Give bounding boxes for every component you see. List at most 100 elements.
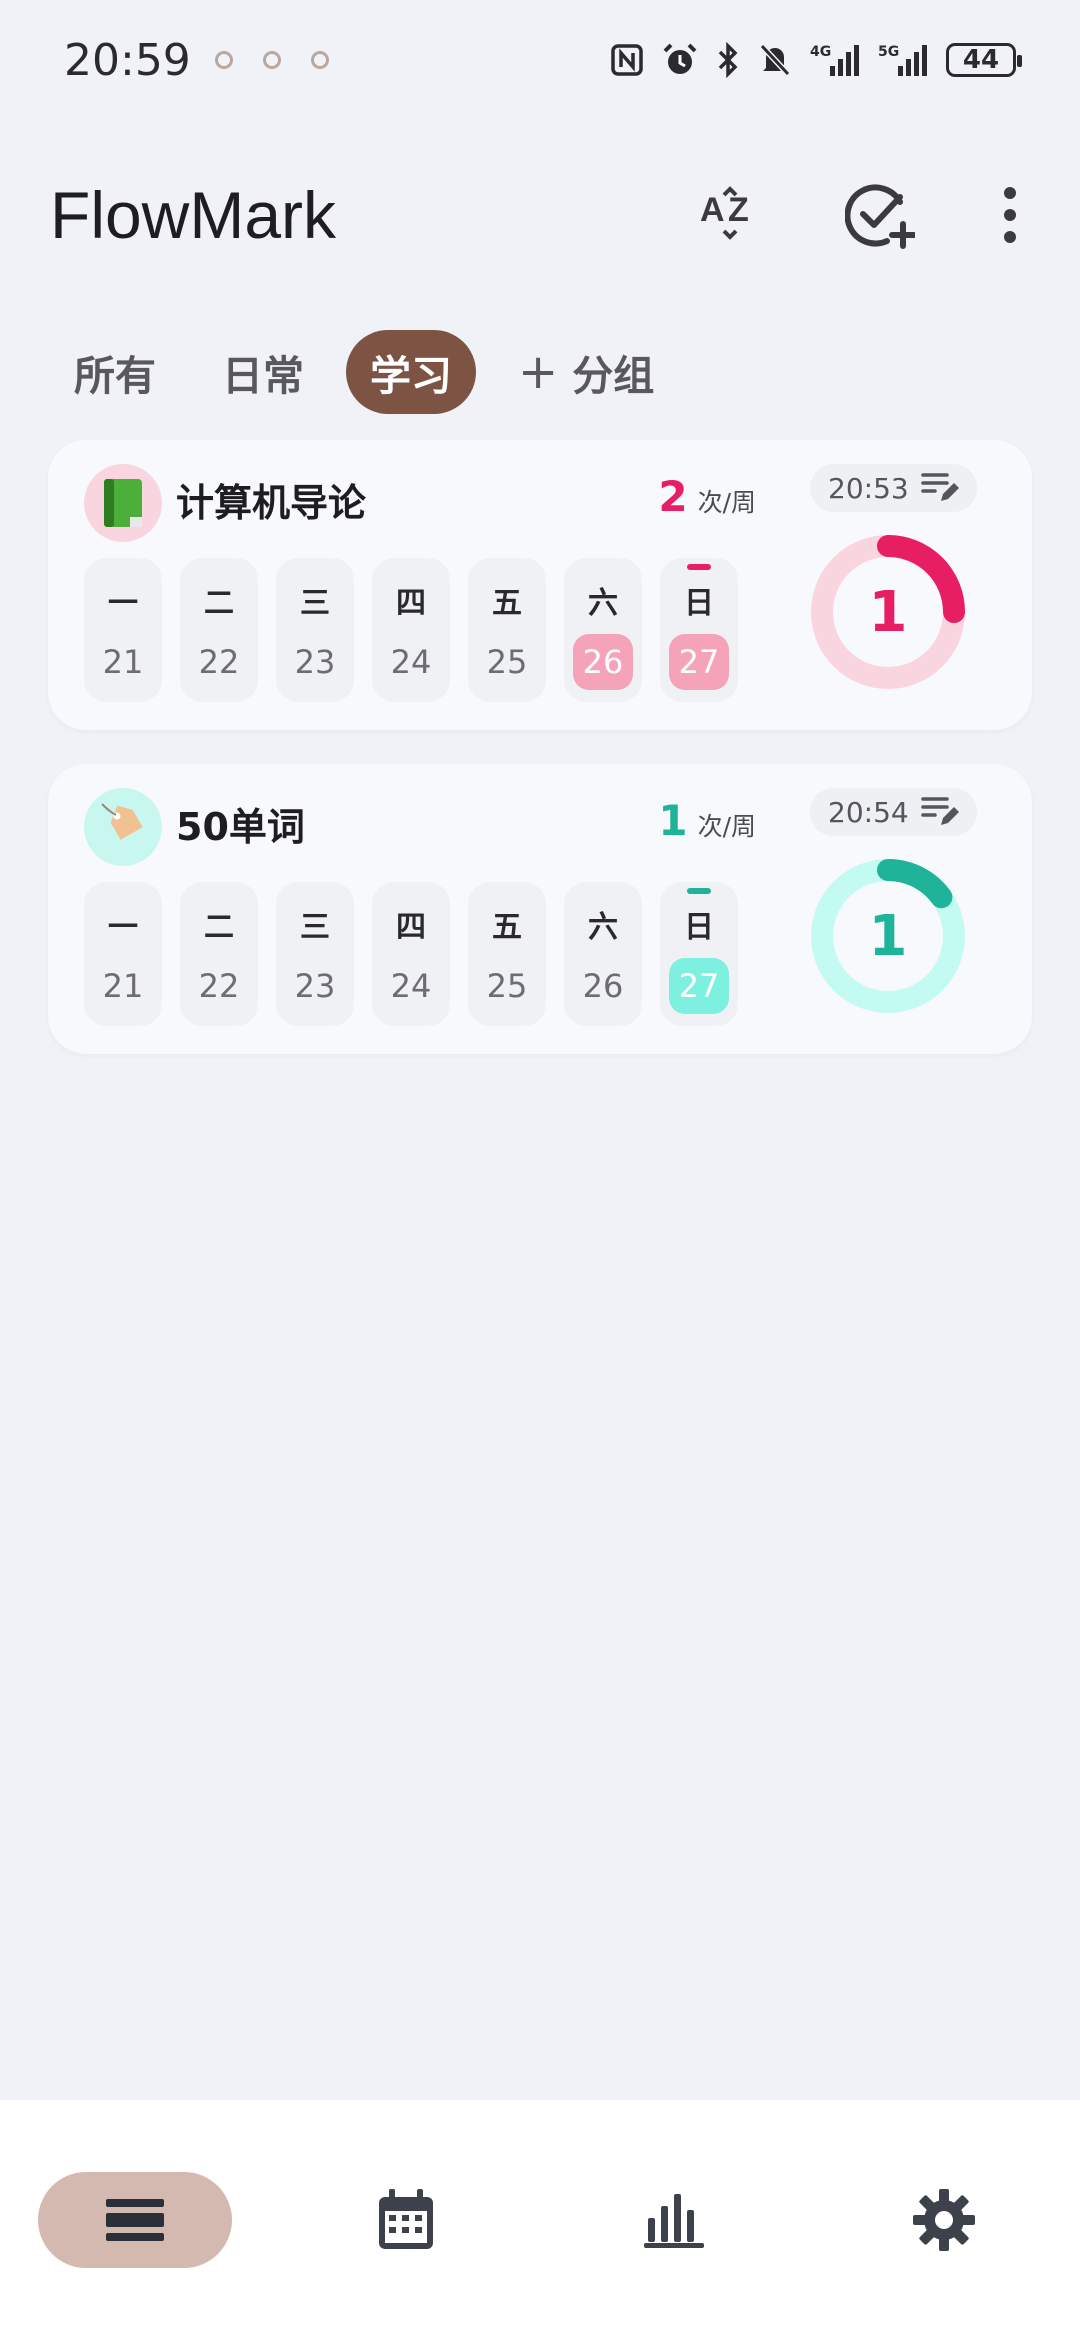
day-date: 22: [198, 967, 240, 1005]
today-marker: [687, 888, 711, 894]
day-name: 一: [108, 910, 138, 945]
day-date: 25: [486, 967, 528, 1005]
habit-icon: [84, 464, 162, 542]
day-date: 24: [390, 967, 432, 1005]
day-cell[interactable]: 四 24: [372, 558, 450, 702]
tab-label: 日常: [222, 352, 304, 400]
add-habit-button[interactable]: [840, 175, 920, 255]
notification-icon: [262, 51, 281, 69]
nfc-icon: [611, 44, 643, 76]
day-cell[interactable]: 二 22: [180, 882, 258, 1026]
day-date: 26: [573, 634, 633, 690]
bluetooth-icon: [718, 42, 738, 78]
app-actions: A Z: [690, 175, 1030, 255]
plus-icon: +: [518, 344, 559, 400]
status-bar: 20:59 4G 5G 44: [0, 0, 1080, 120]
day-name: 一: [108, 586, 138, 621]
day-cell[interactable]: 日 27: [660, 882, 738, 1026]
day-cell[interactable]: 五 25: [468, 882, 546, 1026]
habit-card[interactable]: 50单词 1 次/周 一 21 二 22 三 23 四 24 五 25 六 26 日 27 2…: [48, 764, 1032, 1054]
mute-icon: [759, 43, 791, 77]
time-badge[interactable]: 20:54: [810, 788, 977, 836]
day-date: 25: [486, 643, 528, 681]
day-name: 日: [684, 910, 714, 945]
tab-label: 所有: [74, 352, 156, 400]
frequency-value: 1: [658, 796, 688, 845]
today-marker: [687, 564, 711, 570]
day-name: 四: [396, 586, 426, 621]
svg-text:4G: 4G: [810, 44, 831, 60]
day-cell[interactable]: 日 27: [660, 558, 738, 702]
alarm-icon: [663, 43, 697, 74]
day-cell[interactable]: 四 24: [372, 882, 450, 1026]
habit-frequency: 1 次/周: [658, 796, 756, 845]
add-group-button[interactable]: + 分组: [494, 330, 678, 414]
day-cell[interactable]: 三 23: [276, 558, 354, 702]
sort-az-icon: A Z: [700, 186, 749, 240]
nav-calendar[interactable]: [358, 2172, 454, 2268]
day-cell[interactable]: 六 26: [564, 882, 642, 1026]
tab-daily[interactable]: 日常: [198, 330, 328, 414]
tag-icon: [101, 803, 143, 840]
more-icon: [1004, 187, 1016, 243]
check-count: 1: [868, 903, 908, 969]
nav-habits[interactable]: [38, 2172, 232, 2268]
time-badge[interactable]: 20:53: [810, 464, 977, 512]
status-time: 20:59: [64, 34, 191, 86]
svg-text:A: A: [700, 191, 725, 229]
day-date: 27: [669, 634, 729, 690]
day-name: 三: [300, 586, 330, 621]
notification-icons: [214, 51, 329, 69]
day-date: 27: [669, 958, 729, 1014]
check-count: 1: [868, 579, 908, 645]
bar-chart-icon: [644, 2194, 704, 2248]
day-name: 五: [492, 586, 522, 621]
nav-statistics[interactable]: [626, 2172, 722, 2268]
settings-icon: [913, 2189, 975, 2251]
check-time: 20:54: [828, 795, 909, 829]
edit-note-icon: [920, 797, 959, 825]
day-name: 四: [396, 910, 426, 945]
battery-level: 44: [962, 45, 1000, 75]
frequency-value: 2: [658, 472, 688, 521]
frequency-unit: 次/周: [697, 488, 756, 517]
list-icon: [106, 2199, 164, 2241]
day-cell[interactable]: 一 21: [84, 558, 162, 702]
tab-study[interactable]: 学习: [346, 330, 476, 414]
day-date: 21: [102, 967, 144, 1005]
check-time: 20:53: [828, 471, 909, 505]
day-cell[interactable]: 二 22: [180, 558, 258, 702]
system-icons: 4G 5G 44: [610, 42, 1022, 78]
svg-text:5G: 5G: [878, 44, 899, 60]
day-name: 二: [204, 910, 234, 945]
day-name: 日: [684, 586, 714, 621]
nav-settings[interactable]: [896, 2172, 992, 2268]
green-book-icon: [104, 479, 142, 527]
more-button[interactable]: [990, 175, 1030, 255]
habit-name: 50单词: [176, 805, 305, 849]
day-date: 23: [294, 967, 336, 1005]
day-date: 24: [390, 643, 432, 681]
day-cell[interactable]: 三 23: [276, 882, 354, 1026]
battery-icon: 44: [946, 43, 1022, 77]
habit-icon: [84, 788, 162, 866]
sort-button[interactable]: A Z: [690, 175, 770, 255]
frequency-unit: 次/周: [697, 812, 756, 841]
tab-label: 学习: [370, 352, 452, 400]
signal-4g-icon: 4G: [810, 44, 859, 76]
day-cell[interactable]: 一 21: [84, 882, 162, 1026]
day-name: 二: [204, 586, 234, 621]
day-cell[interactable]: 六 26: [564, 558, 642, 702]
bottom-nav: [0, 2100, 1080, 2340]
habit-card[interactable]: 计算机导论 2 次/周 一 21 二 22 三 23 四 24 五 25 六 26 日 27 …: [48, 440, 1032, 730]
day-date: 26: [582, 967, 624, 1005]
notification-icon: [310, 51, 329, 69]
svg-text:Z: Z: [728, 191, 749, 229]
notification-icon: [214, 51, 233, 69]
edit-note-icon: [920, 473, 959, 501]
day-date: 22: [198, 643, 240, 681]
tab-all[interactable]: 所有: [50, 330, 180, 414]
day-date: 23: [294, 643, 336, 681]
day-cell[interactable]: 五 25: [468, 558, 546, 702]
tab-label: 分组: [572, 352, 655, 400]
